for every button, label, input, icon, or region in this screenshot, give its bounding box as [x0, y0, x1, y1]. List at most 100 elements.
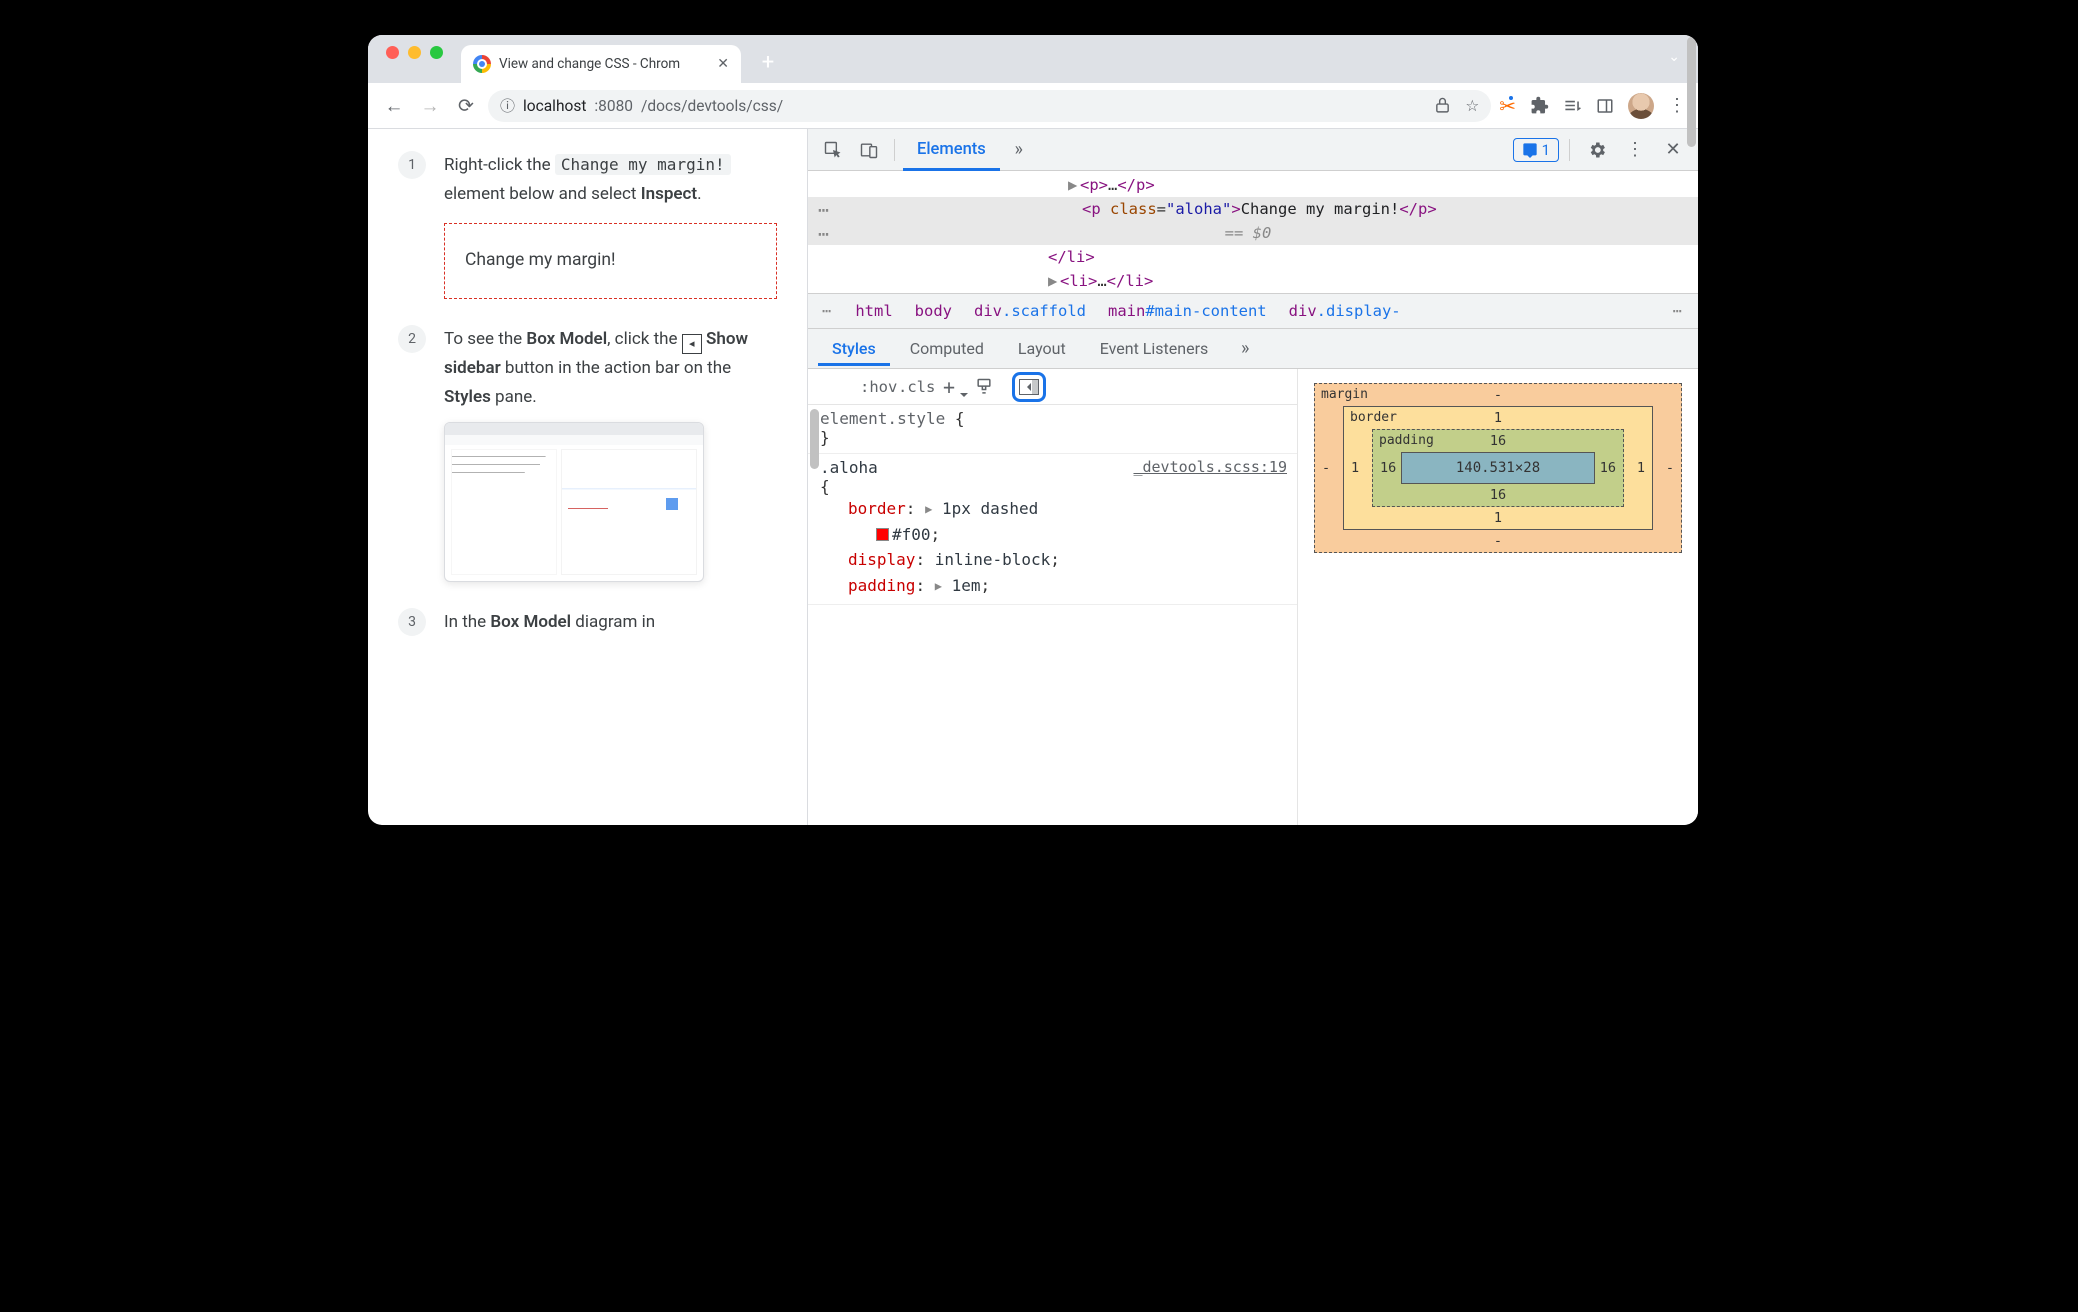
crumbs-overflow-right[interactable]: ⋯: [1673, 302, 1684, 320]
crumb[interactable]: main#main-content: [1108, 302, 1267, 320]
tab-styles[interactable]: Styles: [818, 332, 890, 366]
prop[interactable]: border: [848, 499, 906, 518]
text: "aloha": [1166, 200, 1231, 218]
styles-toolbar: :hov .cls +: [808, 369, 1297, 405]
text: =: [1157, 200, 1166, 218]
crumbs-overflow-left[interactable]: ⋯: [822, 302, 833, 320]
value[interactable]: inline-block: [935, 550, 1051, 569]
value[interactable]: -: [1494, 387, 1502, 403]
text: {: [820, 477, 830, 496]
box-model-content[interactable]: 140.531×28: [1401, 452, 1595, 484]
more-tabs-icon[interactable]: »: [1002, 133, 1036, 167]
issues-button[interactable]: 1: [1513, 138, 1559, 162]
copy-styles-icon[interactable]: [974, 377, 1000, 397]
value[interactable]: -: [1322, 460, 1330, 476]
text: diagram in: [571, 612, 655, 632]
reload-button[interactable]: ⟳: [452, 92, 480, 120]
close-window-icon[interactable]: [386, 46, 399, 59]
new-tab-button[interactable]: +: [753, 47, 783, 77]
browser-window: View and change CSS - Chrom ✕ + ⌄ ← → ⟳ …: [368, 35, 1698, 825]
scissors-extension-icon[interactable]: ✂: [1499, 94, 1516, 118]
value[interactable]: 1px dashed: [942, 499, 1038, 518]
site-info-icon[interactable]: ⓘ: [500, 95, 515, 116]
label: margin: [1321, 387, 1368, 402]
hov-button[interactable]: :hov: [860, 378, 886, 396]
settings-icon[interactable]: [1580, 133, 1614, 167]
step-number: 1: [398, 151, 426, 179]
value[interactable]: 16: [1600, 460, 1616, 476]
extensions-icon[interactable]: [1530, 96, 1549, 115]
chrome-favicon-icon: [473, 55, 491, 73]
box-model-border[interactable]: border 1 1 1 1 padding 16 16: [1343, 406, 1653, 530]
box-model-padding[interactable]: padding 16 16 16 16 140.531×28: [1372, 429, 1624, 507]
value[interactable]: 1: [1351, 460, 1359, 476]
text: …: [1097, 272, 1106, 290]
tab-elements[interactable]: Elements: [903, 129, 1000, 171]
text: <li>: [1060, 272, 1097, 290]
bookmark-icon[interactable]: ☆: [1465, 97, 1479, 115]
address-bar[interactable]: ⓘ localhost:8080/docs/devtools/css/ ☆: [488, 90, 1491, 122]
text: Inspect: [641, 184, 697, 204]
selector: .aloha: [820, 458, 878, 477]
profile-avatar[interactable]: [1628, 93, 1654, 119]
color-swatch-icon[interactable]: [876, 528, 889, 541]
browser-tab[interactable]: View and change CSS - Chrom ✕: [461, 45, 741, 83]
value[interactable]: 1em: [952, 576, 981, 595]
value[interactable]: #f00: [892, 525, 931, 544]
screenshot-thumbnail[interactable]: [444, 422, 704, 582]
close-devtools-icon[interactable]: ✕: [1656, 133, 1690, 167]
show-sidebar-button[interactable]: [1012, 372, 1046, 402]
close-tab-icon[interactable]: ✕: [717, 56, 729, 72]
minimize-window-icon[interactable]: [408, 46, 421, 59]
styles-scrollbar[interactable]: [810, 409, 819, 469]
selected-dom-node[interactable]: <p class="aloha">Change my margin!</p>: [808, 197, 1698, 221]
crumb[interactable]: div.display-: [1289, 302, 1401, 320]
tabs-menu-icon[interactable]: ⌄: [1668, 49, 1680, 65]
cls-button[interactable]: .cls: [898, 378, 924, 396]
value[interactable]: 1: [1637, 460, 1645, 476]
text: element below and select: [444, 184, 641, 204]
dom-breadcrumbs[interactable]: ⋯ html body div.scaffold main#main-conte…: [808, 293, 1698, 329]
maximize-window-icon[interactable]: [430, 46, 443, 59]
inspect-element-icon[interactable]: [816, 133, 850, 167]
devtools-menu-icon[interactable]: ⋮: [1618, 133, 1652, 167]
text: …: [1108, 176, 1117, 194]
text: <p>: [1080, 176, 1108, 194]
value[interactable]: 16: [1380, 460, 1396, 476]
demo-element[interactable]: Change my margin!: [444, 223, 777, 299]
value[interactable]: 16: [1490, 433, 1506, 449]
text: .: [697, 184, 701, 204]
chrome-menu-icon[interactable]: ⋮: [1668, 95, 1686, 116]
tab-event-listeners[interactable]: Event Listeners: [1086, 332, 1223, 365]
value[interactable]: 1: [1494, 410, 1502, 426]
crumb[interactable]: body: [915, 302, 952, 320]
rule-aloha[interactable]: _devtools.scss:19 .aloha { border: ▶ 1px…: [808, 454, 1297, 605]
value[interactable]: -: [1666, 460, 1674, 476]
crumb[interactable]: div.scaffold: [974, 302, 1086, 320]
share-icon[interactable]: [1434, 97, 1451, 115]
back-button[interactable]: ←: [380, 92, 408, 120]
value[interactable]: 16: [1490, 487, 1506, 503]
more-subtabs-icon[interactable]: »: [1228, 332, 1262, 366]
rule-source-link[interactable]: _devtools.scss:19: [1133, 458, 1287, 476]
device-toolbar-icon[interactable]: [852, 133, 886, 167]
media-control-icon[interactable]: [1563, 96, 1582, 115]
crumb[interactable]: html: [855, 302, 892, 320]
box-model-margin[interactable]: margin - - - - border 1 1 1 1: [1314, 383, 1682, 553]
rule-element-style[interactable]: element.style { }: [808, 405, 1297, 454]
tab-computed[interactable]: Computed: [896, 332, 998, 365]
issues-count: 1: [1542, 141, 1550, 159]
prop[interactable]: display: [848, 550, 915, 569]
text: </p>: [1117, 176, 1154, 194]
text: </p>: [1399, 200, 1436, 218]
value[interactable]: -: [1494, 533, 1502, 549]
browser-toolbar: ← → ⟳ ⓘ localhost:8080/docs/devtools/css…: [368, 83, 1698, 129]
devtools-main-toolbar: Elements » 1 ⋮ ✕: [808, 129, 1698, 171]
value[interactable]: 1: [1494, 510, 1502, 526]
dom-tree[interactable]: ▶<p>…</p> <p class="aloha">Change my mar…: [808, 171, 1698, 293]
show-sidebar-icon: ◂: [682, 334, 702, 354]
side-panel-icon[interactable]: [1596, 97, 1614, 115]
prop[interactable]: padding: [848, 576, 915, 595]
new-rule-button[interactable]: +: [936, 375, 962, 399]
tab-layout[interactable]: Layout: [1004, 332, 1080, 365]
